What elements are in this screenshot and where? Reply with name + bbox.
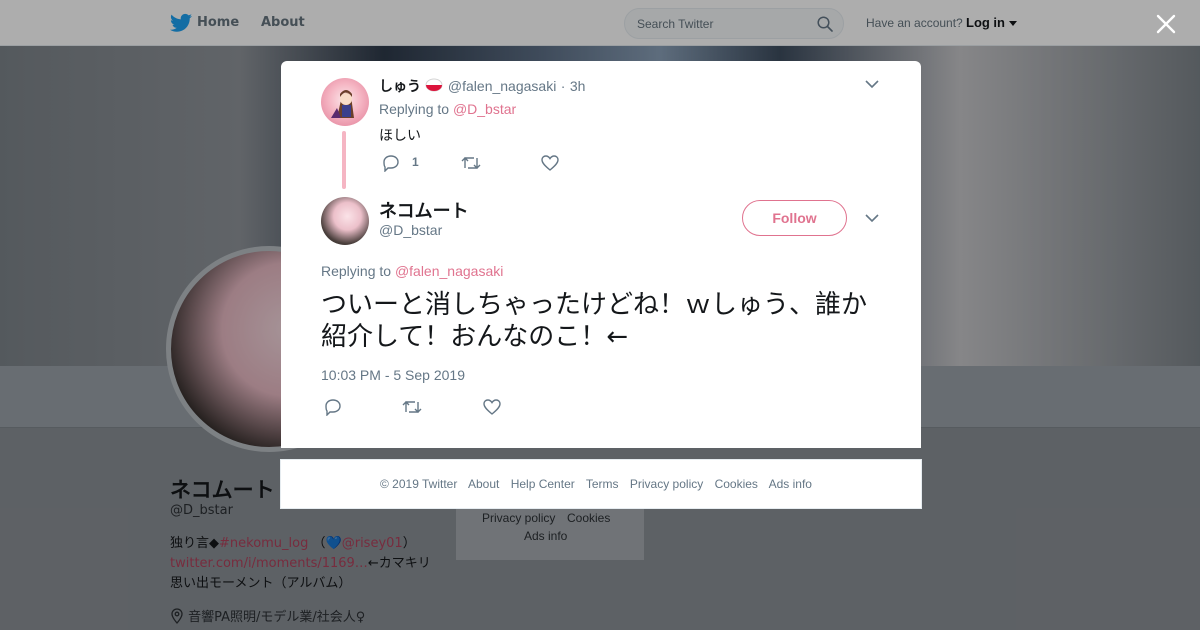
- main-author-avatar[interactable]: [321, 197, 369, 245]
- main-tweet-text: ついーと消しちゃったけどね！ｗしゅう、誰か紹介して！おんなのこ！←: [321, 290, 868, 352]
- main-replying-to: Replying to @falen_nagasaki: [321, 263, 503, 279]
- reply-author-avatar[interactable]: [321, 78, 369, 126]
- main-author-name[interactable]: ネコムート: [379, 197, 469, 223]
- like-icon[interactable]: [483, 398, 501, 416]
- footer-about-link[interactable]: About: [468, 477, 499, 491]
- footer-help-link[interactable]: Help Center: [511, 477, 575, 491]
- reply-icon[interactable]: [324, 398, 342, 416]
- close-icon[interactable]: [1154, 12, 1178, 36]
- footer-copyright: © 2019 Twitter: [380, 477, 458, 491]
- main-like-action[interactable]: [483, 398, 501, 418]
- main-replying-to-label: Replying to: [321, 263, 392, 279]
- main-more-chevron-icon[interactable]: [865, 213, 879, 223]
- reply-tweet-text: ほしい: [379, 128, 421, 144]
- replying-to-mention[interactable]: @D_bstar: [453, 101, 516, 117]
- retweet-icon[interactable]: [461, 154, 481, 172]
- main-replying-to-mention[interactable]: @falen_nagasaki: [395, 263, 503, 279]
- thread-connector-line: [342, 131, 346, 189]
- reply-icon[interactable]: [382, 154, 400, 172]
- main-author-handle[interactable]: @D_bstar: [379, 222, 442, 238]
- footer-links: © 2019 Twitter About Help Center Terms P…: [380, 477, 820, 491]
- flag-emoji-icon: [425, 78, 443, 92]
- anime-avatar-icon: [331, 90, 354, 118]
- replying-to-label: Replying to: [379, 101, 450, 117]
- main-reply-action[interactable]: [324, 398, 342, 418]
- reply-meta-separator: ·: [560, 78, 566, 94]
- reply-action[interactable]: 1: [382, 154, 419, 174]
- footer-ads-link[interactable]: Ads info: [769, 477, 812, 491]
- footer-privacy-link[interactable]: Privacy policy: [630, 477, 703, 491]
- modal-footer: © 2019 Twitter About Help Center Terms P…: [280, 459, 922, 509]
- reply-replying-to: Replying to @D_bstar: [379, 101, 516, 117]
- reply-count: 1: [412, 155, 419, 169]
- retweet-icon[interactable]: [402, 398, 422, 416]
- retweet-action[interactable]: [461, 154, 481, 174]
- footer-cookies-link[interactable]: Cookies: [715, 477, 758, 491]
- reply-more-chevron-icon[interactable]: [865, 79, 879, 89]
- reply-author-name[interactable]: しゅう: [379, 79, 421, 95]
- main-retweet-action[interactable]: [402, 398, 422, 418]
- like-icon[interactable]: [541, 154, 559, 172]
- reply-author-handle[interactable]: @falen_nagasaki: [448, 78, 556, 94]
- reply-time[interactable]: 3h: [570, 78, 586, 94]
- footer-terms-link[interactable]: Terms: [586, 477, 619, 491]
- tweet-modal: しゅう @falen_nagasaki · 3h Replying to @D_…: [281, 61, 921, 448]
- follow-button[interactable]: Follow: [742, 200, 847, 236]
- reply-tweet-header: しゅう @falen_nagasaki · 3h: [379, 76, 585, 96]
- like-action[interactable]: [541, 154, 559, 174]
- main-tweet-timestamp[interactable]: 10:03 PM - 5 Sep 2019: [321, 367, 465, 383]
